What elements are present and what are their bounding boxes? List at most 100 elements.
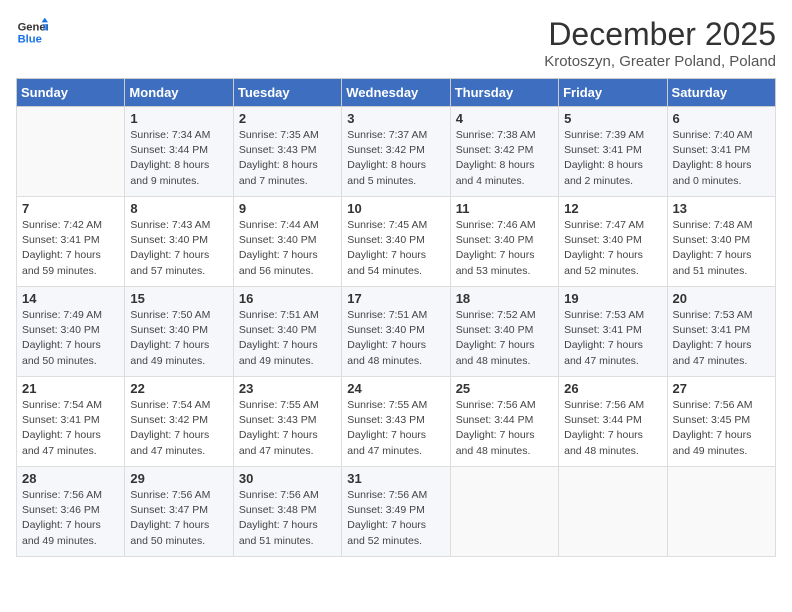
day-detail: Sunrise: 7:51 AMSunset: 3:40 PMDaylight:… (347, 309, 427, 367)
table-row: 4 Sunrise: 7:38 AMSunset: 3:42 PMDayligh… (450, 107, 558, 197)
table-row: 13 Sunrise: 7:48 AMSunset: 3:40 PMDaylig… (667, 197, 775, 287)
svg-text:Blue: Blue (18, 33, 42, 45)
day-detail: Sunrise: 7:50 AMSunset: 3:40 PMDaylight:… (130, 309, 210, 367)
table-row: 31 Sunrise: 7:56 AMSunset: 3:49 PMDaylig… (342, 467, 450, 557)
day-detail: Sunrise: 7:34 AMSunset: 3:44 PMDaylight:… (130, 129, 210, 187)
logo-icon: General Blue (16, 16, 48, 48)
table-row: 30 Sunrise: 7:56 AMSunset: 3:48 PMDaylig… (233, 467, 341, 557)
day-detail: Sunrise: 7:48 AMSunset: 3:40 PMDaylight:… (673, 219, 753, 277)
calendar-week-row: 14 Sunrise: 7:49 AMSunset: 3:40 PMDaylig… (17, 287, 776, 377)
day-number: 12 (564, 201, 661, 216)
day-number: 21 (22, 381, 119, 396)
header-monday: Monday (125, 79, 233, 107)
header-wednesday: Wednesday (342, 79, 450, 107)
day-number: 4 (456, 111, 553, 126)
day-detail: Sunrise: 7:44 AMSunset: 3:40 PMDaylight:… (239, 219, 319, 277)
table-row: 18 Sunrise: 7:52 AMSunset: 3:40 PMDaylig… (450, 287, 558, 377)
day-number: 7 (22, 201, 119, 216)
table-row: 15 Sunrise: 7:50 AMSunset: 3:40 PMDaylig… (125, 287, 233, 377)
calendar-week-row: 7 Sunrise: 7:42 AMSunset: 3:41 PMDayligh… (17, 197, 776, 287)
day-detail: Sunrise: 7:56 AMSunset: 3:47 PMDaylight:… (130, 489, 210, 547)
calendar-week-row: 1 Sunrise: 7:34 AMSunset: 3:44 PMDayligh… (17, 107, 776, 197)
day-detail: Sunrise: 7:55 AMSunset: 3:43 PMDaylight:… (239, 399, 319, 457)
table-row: 20 Sunrise: 7:53 AMSunset: 3:41 PMDaylig… (667, 287, 775, 377)
day-detail: Sunrise: 7:56 AMSunset: 3:44 PMDaylight:… (456, 399, 536, 457)
day-detail: Sunrise: 7:52 AMSunset: 3:40 PMDaylight:… (456, 309, 536, 367)
day-number: 20 (673, 291, 770, 306)
day-number: 17 (347, 291, 444, 306)
table-row: 1 Sunrise: 7:34 AMSunset: 3:44 PMDayligh… (125, 107, 233, 197)
day-number: 13 (673, 201, 770, 216)
table-row: 24 Sunrise: 7:55 AMSunset: 3:43 PMDaylig… (342, 377, 450, 467)
day-number: 1 (130, 111, 227, 126)
day-number: 24 (347, 381, 444, 396)
table-row: 21 Sunrise: 7:54 AMSunset: 3:41 PMDaylig… (17, 377, 125, 467)
calendar-table: Sunday Monday Tuesday Wednesday Thursday… (16, 78, 776, 557)
day-number: 8 (130, 201, 227, 216)
day-detail: Sunrise: 7:47 AMSunset: 3:40 PMDaylight:… (564, 219, 644, 277)
header-thursday: Thursday (450, 79, 558, 107)
table-row: 3 Sunrise: 7:37 AMSunset: 3:42 PMDayligh… (342, 107, 450, 197)
location-title: Krotoszyn, Greater Poland, Poland (544, 53, 776, 70)
table-row: 12 Sunrise: 7:47 AMSunset: 3:40 PMDaylig… (559, 197, 667, 287)
day-detail: Sunrise: 7:35 AMSunset: 3:43 PMDaylight:… (239, 129, 319, 187)
title-area: December 2025 Krotoszyn, Greater Poland,… (544, 16, 776, 70)
day-number: 27 (673, 381, 770, 396)
day-detail: Sunrise: 7:53 AMSunset: 3:41 PMDaylight:… (673, 309, 753, 367)
day-detail: Sunrise: 7:46 AMSunset: 3:40 PMDaylight:… (456, 219, 536, 277)
day-detail: Sunrise: 7:54 AMSunset: 3:41 PMDaylight:… (22, 399, 102, 457)
day-number: 5 (564, 111, 661, 126)
day-number: 19 (564, 291, 661, 306)
table-row: 11 Sunrise: 7:46 AMSunset: 3:40 PMDaylig… (450, 197, 558, 287)
day-detail: Sunrise: 7:39 AMSunset: 3:41 PMDaylight:… (564, 129, 644, 187)
table-row: 25 Sunrise: 7:56 AMSunset: 3:44 PMDaylig… (450, 377, 558, 467)
header-tuesday: Tuesday (233, 79, 341, 107)
day-detail: Sunrise: 7:49 AMSunset: 3:40 PMDaylight:… (22, 309, 102, 367)
day-detail: Sunrise: 7:56 AMSunset: 3:46 PMDaylight:… (22, 489, 102, 547)
table-row: 6 Sunrise: 7:40 AMSunset: 3:41 PMDayligh… (667, 107, 775, 197)
table-row (667, 467, 775, 557)
day-detail: Sunrise: 7:54 AMSunset: 3:42 PMDaylight:… (130, 399, 210, 457)
day-number: 11 (456, 201, 553, 216)
day-detail: Sunrise: 7:56 AMSunset: 3:49 PMDaylight:… (347, 489, 427, 547)
table-row: 2 Sunrise: 7:35 AMSunset: 3:43 PMDayligh… (233, 107, 341, 197)
table-row: 8 Sunrise: 7:43 AMSunset: 3:40 PMDayligh… (125, 197, 233, 287)
day-detail: Sunrise: 7:55 AMSunset: 3:43 PMDaylight:… (347, 399, 427, 457)
day-number: 18 (456, 291, 553, 306)
day-number: 16 (239, 291, 336, 306)
day-detail: Sunrise: 7:45 AMSunset: 3:40 PMDaylight:… (347, 219, 427, 277)
day-detail: Sunrise: 7:56 AMSunset: 3:48 PMDaylight:… (239, 489, 319, 547)
calendar-week-row: 21 Sunrise: 7:54 AMSunset: 3:41 PMDaylig… (17, 377, 776, 467)
day-detail: Sunrise: 7:53 AMSunset: 3:41 PMDaylight:… (564, 309, 644, 367)
table-row (450, 467, 558, 557)
table-row: 17 Sunrise: 7:51 AMSunset: 3:40 PMDaylig… (342, 287, 450, 377)
table-row: 22 Sunrise: 7:54 AMSunset: 3:42 PMDaylig… (125, 377, 233, 467)
calendar-week-row: 28 Sunrise: 7:56 AMSunset: 3:46 PMDaylig… (17, 467, 776, 557)
day-detail: Sunrise: 7:43 AMSunset: 3:40 PMDaylight:… (130, 219, 210, 277)
table-row: 14 Sunrise: 7:49 AMSunset: 3:40 PMDaylig… (17, 287, 125, 377)
day-detail: Sunrise: 7:42 AMSunset: 3:41 PMDaylight:… (22, 219, 102, 277)
day-detail: Sunrise: 7:56 AMSunset: 3:45 PMDaylight:… (673, 399, 753, 457)
day-number: 2 (239, 111, 336, 126)
table-row: 28 Sunrise: 7:56 AMSunset: 3:46 PMDaylig… (17, 467, 125, 557)
day-number: 30 (239, 471, 336, 486)
table-row: 16 Sunrise: 7:51 AMSunset: 3:40 PMDaylig… (233, 287, 341, 377)
table-row: 5 Sunrise: 7:39 AMSunset: 3:41 PMDayligh… (559, 107, 667, 197)
day-number: 3 (347, 111, 444, 126)
page-header: General Blue December 2025 Krotoszyn, Gr… (16, 16, 776, 70)
day-number: 22 (130, 381, 227, 396)
header-friday: Friday (559, 79, 667, 107)
day-number: 28 (22, 471, 119, 486)
table-row (17, 107, 125, 197)
table-row: 23 Sunrise: 7:55 AMSunset: 3:43 PMDaylig… (233, 377, 341, 467)
day-number: 6 (673, 111, 770, 126)
day-number: 23 (239, 381, 336, 396)
day-detail: Sunrise: 7:38 AMSunset: 3:42 PMDaylight:… (456, 129, 536, 187)
day-number: 15 (130, 291, 227, 306)
table-row: 27 Sunrise: 7:56 AMSunset: 3:45 PMDaylig… (667, 377, 775, 467)
table-row: 19 Sunrise: 7:53 AMSunset: 3:41 PMDaylig… (559, 287, 667, 377)
day-number: 26 (564, 381, 661, 396)
table-row: 7 Sunrise: 7:42 AMSunset: 3:41 PMDayligh… (17, 197, 125, 287)
day-number: 9 (239, 201, 336, 216)
day-number: 29 (130, 471, 227, 486)
